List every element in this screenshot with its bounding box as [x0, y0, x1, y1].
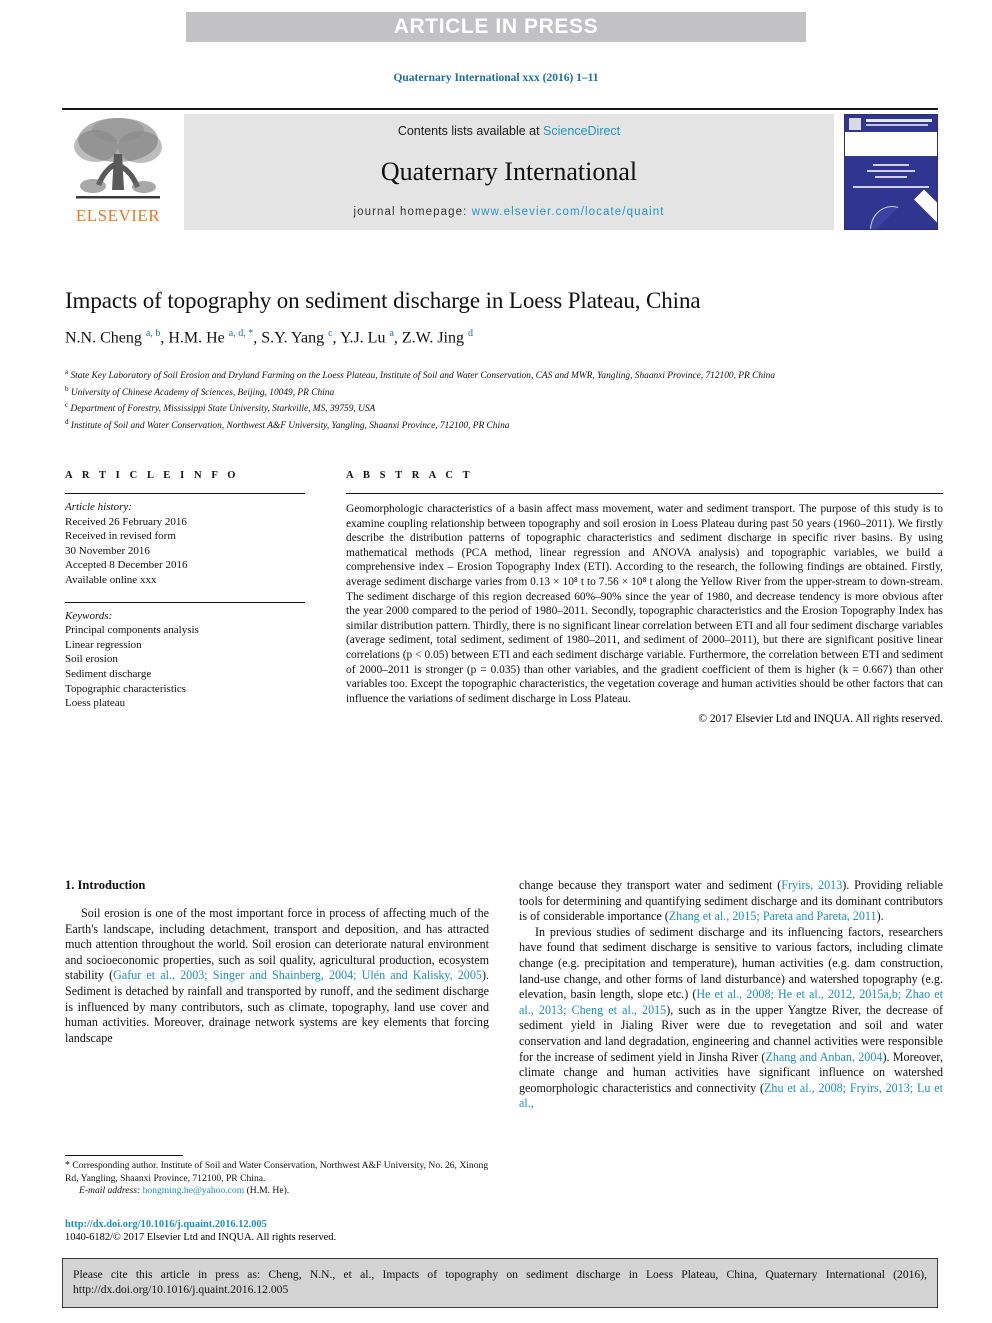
article-info-heading: A R T I C L E I N F O [65, 470, 240, 481]
body-column-left: 1. Introduction Soil erosion is one of t… [65, 878, 489, 1046]
keywords-lines: Principal components analysis Linear regr… [65, 623, 305, 711]
elsevier-wordmark: ELSEVIER [75, 206, 161, 225]
journal-masthead: ELSEVIER Contents lists available at Sci… [62, 108, 938, 232]
page-title: Impacts of topography on sediment discha… [65, 288, 701, 313]
cover-publisher-mark [849, 118, 861, 130]
journal-homepage-line: journal homepage: www.elsevier.com/locat… [184, 206, 834, 218]
intro-paragraph-right-1: change because they transport water and … [519, 878, 943, 924]
corresponding-author-footnote: * Corresponding author. Institute of Soi… [65, 1155, 489, 1198]
footnote-rule [65, 1155, 183, 1156]
running-head: Quaternary International xxx (2016) 1–11 [393, 72, 599, 84]
article-history-line: Available online xxx [65, 573, 157, 586]
email-address-link[interactable]: hongming.he@yahoo.com [143, 1185, 245, 1196]
affiliation-c: c Department of Forestry, Mississippi St… [65, 401, 376, 415]
keyword-item: Topographic characteristics [65, 682, 187, 695]
journal-title: Quaternary International [380, 157, 638, 186]
masthead-center-panel: Contents lists available at ScienceDirec… [184, 114, 834, 230]
article-history-label: Article history: [65, 501, 132, 513]
please-cite-text: Please cite this article in press as: Ch… [73, 1268, 927, 1296]
email-address-owner: (H.M. He). [246, 1185, 290, 1197]
author-list: N.N. Cheng a, b, H.M. He a, d, *, S.Y. Y… [65, 328, 473, 347]
affiliation-a: a State Key Laboratory of Soil Erosion a… [65, 368, 776, 382]
journal-cover-thumbnail: ❄ [844, 114, 938, 230]
body-column-right: change because they transport water and … [519, 878, 943, 1112]
footnote-corresponding-text: * Corresponding author. Institute of Soi… [65, 1160, 489, 1184]
keyword-item: Soil erosion [65, 653, 118, 666]
contents-prefix: Contents lists available at [397, 124, 544, 138]
abstract-heading: A B S T R A C T [346, 470, 474, 481]
keywords-block: Keywords: Principal components analysis L… [65, 603, 305, 711]
please-cite-box: Please cite this article in press as: Ch… [62, 1258, 938, 1308]
article-page: ARTICLE IN PRESS Quaternary Internationa… [0, 0, 992, 1323]
intro-paragraph-right-2: In previous studies of sediment discharg… [519, 924, 943, 1111]
contents-lists-line: Contents lists available at ScienceDirec… [184, 124, 834, 138]
footnote-email-line: E-mail address: hongming.he@yahoo.com (H… [65, 1185, 489, 1198]
journal-homepage-link[interactable]: www.elsevier.com/locate/quaint [472, 206, 665, 218]
cover-white-band [845, 132, 937, 156]
doi-link[interactable]: http://dx.doi.org/10.1016/j.quaint.2016.… [65, 1218, 495, 1231]
elsevier-logo: ELSEVIER [62, 114, 174, 230]
cover-title-line-2 [866, 124, 928, 126]
email-address-label: E-mail address: [79, 1185, 141, 1197]
article-history-line: Received 26 February 2016 [65, 515, 187, 528]
section-title-introduction: 1. Introduction [65, 878, 146, 892]
article-history: Article history: Received 26 February 20… [65, 494, 305, 588]
keywords-label: Keywords: [65, 609, 113, 622]
article-history-line: 30 November 2016 [65, 544, 150, 557]
abstract-copyright: © 2017 Elsevier Ltd and INQUA. All right… [698, 713, 943, 726]
article-history-line: Received in revised form [65, 530, 176, 543]
article-history-line: Accepted 8 December 2016 [65, 559, 188, 572]
sciencedirect-link[interactable]: ScienceDirect [543, 124, 620, 138]
keyword-item: Linear regression [65, 638, 142, 651]
affiliation-list: a State Key Laboratory of Soil Erosion a… [65, 366, 945, 433]
doi-block: http://dx.doi.org/10.1016/j.quaint.2016.… [65, 1218, 495, 1245]
affiliation-b: b University of Chinese Academy of Scien… [65, 384, 335, 398]
cover-body: ❄ [845, 156, 937, 229]
article-info-column: A R T I C L E I N F O Article history: R… [65, 470, 305, 711]
article-history-lines: Received 26 February 2016 Received in rev… [65, 515, 305, 588]
affiliation-d: d Institute of Soil and Water Conservati… [65, 418, 510, 432]
keyword-item: Loess plateau [65, 697, 126, 710]
elsevier-tree-icon [74, 118, 162, 199]
abstract-text: Geomorphologic characteristics of a basi… [346, 503, 943, 705]
keyword-item: Sediment discharge [65, 667, 152, 680]
article-in-press-banner: ARTICLE IN PRESS [186, 12, 806, 42]
intro-paragraph-left: Soil erosion is one of the most importan… [65, 906, 489, 1045]
homepage-prefix: journal homepage: [353, 206, 472, 218]
abstract-column: A B S T R A C T Geomorphologic character… [346, 470, 943, 725]
cover-title-line-1 [866, 119, 932, 122]
issn-copyright-line: 1040-6182/© 2017 Elsevier Ltd and INQUA.… [65, 1232, 337, 1244]
keyword-item: Principal components analysis [65, 624, 199, 637]
